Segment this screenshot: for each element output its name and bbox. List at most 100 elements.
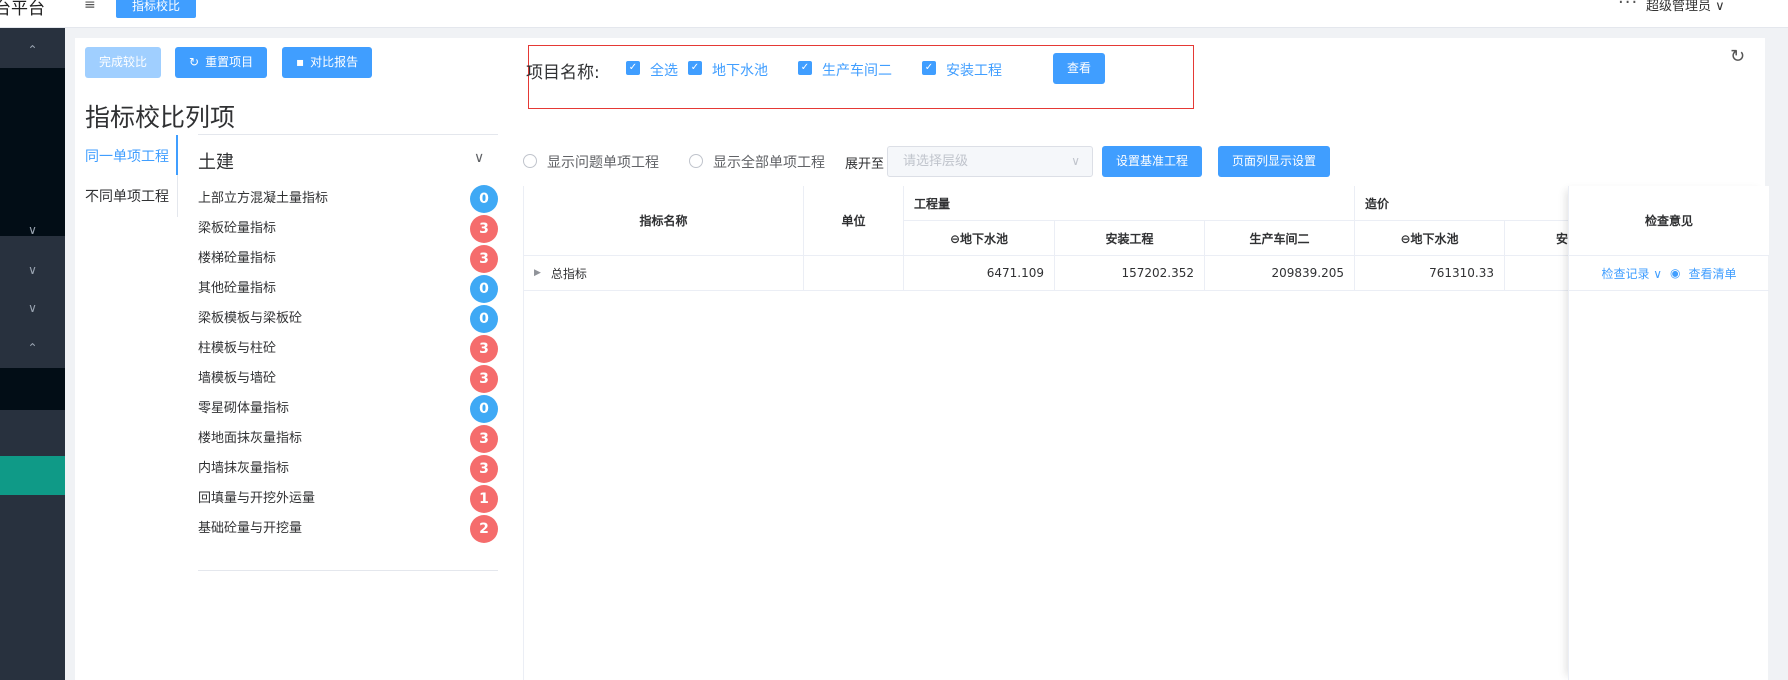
table-cell-quantity: 6471.109 bbox=[904, 256, 1055, 291]
list-item[interactable]: 回填量与开挖外运量 bbox=[198, 484, 498, 514]
project-name-label: 项目名称: bbox=[526, 63, 600, 83]
reset-project-label: 重置项目 bbox=[205, 55, 254, 69]
user-menu[interactable]: 超级管理员 ∨ bbox=[1646, 0, 1725, 14]
expand-caret-icon[interactable]: ▶ bbox=[534, 268, 541, 278]
table-row-actions: 检查记录 ∨ ◉ 查看清单 bbox=[1569, 256, 1769, 291]
count-badge: 2 bbox=[470, 515, 498, 543]
list-item[interactable]: 梁板砼量指标 bbox=[198, 214, 498, 244]
table-cell-quantity: 209839.205 bbox=[1205, 256, 1355, 291]
page-title: 指标校比列项 bbox=[85, 103, 236, 132]
chevron-down-icon: ∨ bbox=[1071, 154, 1080, 168]
table-cell-cost: 761310.33 bbox=[1355, 256, 1505, 291]
list-item[interactable]: 楼地面抹灰量指标 bbox=[198, 424, 498, 454]
divider bbox=[198, 570, 498, 571]
sidebar-active-item[interactable] bbox=[0, 456, 65, 495]
view-button-label: 查看 bbox=[1067, 61, 1092, 75]
report-icon: ▪ bbox=[296, 55, 305, 69]
sidebar-expand-icon[interactable]: ∨ bbox=[0, 208, 65, 252]
list-item-label: 柱模板与柱砼 bbox=[198, 341, 277, 356]
compare-report-button[interactable]: ▪ 对比报告 bbox=[282, 47, 373, 78]
checkbox-select-all[interactable]: ✓ bbox=[626, 61, 640, 75]
checkbox-workshop-two[interactable]: ✓ bbox=[798, 61, 812, 75]
column-settings-button[interactable]: 页面列显示设置 bbox=[1218, 146, 1331, 177]
list-item[interactable]: 零星砌体量指标 bbox=[198, 394, 498, 424]
view-button[interactable]: 查看 bbox=[1053, 53, 1106, 84]
list-item[interactable]: 墙模板与墙砼 bbox=[198, 364, 498, 394]
brand-title: 台平台 bbox=[0, 0, 45, 19]
radio-show-problem[interactable] bbox=[523, 154, 537, 168]
count-badge: 1 bbox=[470, 485, 498, 513]
list-item-label: 墙模板与墙砼 bbox=[198, 371, 277, 386]
checkbox-label-underground-pool[interactable]: 地下水池 bbox=[712, 60, 768, 80]
menu-icon[interactable]: ≡ bbox=[84, 0, 96, 13]
group-title-civil[interactable]: 土建 bbox=[198, 148, 234, 174]
count-badge: 3 bbox=[470, 365, 498, 393]
list-item[interactable]: 梁板模板与梁板砼 bbox=[198, 304, 498, 334]
expand-to-label: 展开至 bbox=[845, 157, 885, 172]
check-opinion-column: 检查意见 检查记录 ∨ ◉ 查看清单 bbox=[1568, 186, 1769, 680]
eye-icon[interactable]: ◉ bbox=[1670, 266, 1680, 280]
tab-same-project[interactable]: 同一单项工程 bbox=[85, 146, 169, 166]
count-badge: 3 bbox=[470, 335, 498, 363]
finish-compare-label: 完成较比 bbox=[99, 55, 148, 69]
list-item[interactable]: 上部立方混凝土量指标 bbox=[198, 184, 498, 214]
list-item[interactable]: 内墙抹灰量指标 bbox=[198, 454, 498, 484]
table-cell-unit bbox=[804, 256, 904, 291]
count-badge: 0 bbox=[470, 275, 498, 303]
header-check-opinion: 检查意见 bbox=[1569, 186, 1769, 256]
list-item-label: 楼地面抹灰量指标 bbox=[198, 431, 303, 446]
list-item[interactable]: 楼梯砼量指标 bbox=[198, 244, 498, 274]
sidebar-collapse-icon[interactable]: ⌃ bbox=[0, 326, 65, 370]
list-item[interactable]: 其他砼量指标 bbox=[198, 274, 498, 304]
list-item[interactable]: 基础砼量与开挖量 bbox=[198, 514, 498, 544]
sidebar-dark-item[interactable] bbox=[0, 368, 65, 410]
compare-report-label: 对比报告 bbox=[310, 55, 359, 69]
header-quantity-col[interactable]: ⊖地下水池 bbox=[904, 221, 1055, 256]
tab-indicator-compare[interactable]: 指标校比 bbox=[116, 0, 197, 18]
reset-project-button[interactable]: ↻ 重置项目 bbox=[175, 47, 268, 78]
radio-label-show-all[interactable]: 显示全部单项工程 bbox=[713, 152, 825, 172]
checkbox-label-select-all[interactable]: 全选 bbox=[650, 60, 678, 80]
more-dots-icon[interactable]: ··· bbox=[1618, 0, 1638, 13]
header-indicator-name: 指标名称 bbox=[524, 186, 804, 256]
header-unit: 单位 bbox=[804, 186, 904, 256]
header-quantity-col: 安装工程 bbox=[1055, 221, 1205, 256]
sidebar-collapse-icon[interactable]: ⌃ bbox=[0, 28, 65, 72]
radio-show-all[interactable] bbox=[689, 154, 703, 168]
count-badge: 3 bbox=[470, 425, 498, 453]
list-item-label: 其他砼量指标 bbox=[198, 281, 277, 296]
level-select[interactable]: 请选择层级 ∨ bbox=[887, 146, 1093, 177]
count-badge: 0 bbox=[470, 305, 498, 333]
check-record-link[interactable]: 检查记录 ∨ bbox=[1601, 265, 1662, 282]
tab-different-project[interactable]: 不同单项工程 bbox=[85, 186, 169, 206]
radio-label-show-problem[interactable]: 显示问题单项工程 bbox=[547, 152, 659, 172]
level-select-placeholder: 请选择层级 bbox=[903, 154, 969, 169]
checkbox-installation[interactable]: ✓ bbox=[922, 61, 936, 75]
divider bbox=[198, 134, 498, 135]
checkbox-label-workshop-two[interactable]: 生产车间二 bbox=[822, 60, 892, 80]
sidebar: ⌃ ∨ ∨ ∨ ⌃ bbox=[0, 28, 65, 680]
row-name-text: 总指标 bbox=[550, 266, 587, 281]
refresh-icon[interactable]: ↻ bbox=[1730, 46, 1745, 67]
active-tab-indicator bbox=[176, 135, 178, 175]
table-cell-cost bbox=[1505, 256, 1569, 291]
finish-compare-button[interactable]: 完成较比 bbox=[85, 47, 162, 78]
list-item[interactable]: 柱模板与柱砼 bbox=[198, 334, 498, 364]
checkbox-underground-pool[interactable]: ✓ bbox=[688, 61, 702, 75]
checkbox-label-installation[interactable]: 安装工程 bbox=[946, 60, 1002, 80]
sidebar-expand-icon[interactable]: ∨ bbox=[0, 286, 65, 330]
refresh-icon: ↻ bbox=[189, 55, 200, 69]
view-list-link[interactable]: 查看清单 bbox=[1689, 265, 1737, 282]
chevron-down-icon[interactable]: ∨ bbox=[474, 150, 484, 166]
header-cost-col[interactable]: ⊖地下水池 bbox=[1355, 221, 1505, 256]
list-item-label: 基础砼量与开挖量 bbox=[198, 521, 303, 536]
list-item-label: 内墙抹灰量指标 bbox=[198, 461, 290, 476]
column-settings-label: 页面列显示设置 bbox=[1232, 154, 1317, 168]
list-item-label: 梁板砼量指标 bbox=[198, 221, 277, 236]
count-badge: 3 bbox=[470, 215, 498, 243]
header-quantity-col: 生产车间二 bbox=[1205, 221, 1355, 256]
table-row-name[interactable]: ▶ 总指标 bbox=[524, 256, 804, 291]
list-item-label: 楼梯砼量指标 bbox=[198, 251, 277, 266]
set-base-project-button[interactable]: 设置基准工程 bbox=[1102, 146, 1203, 177]
header-cost: 造价 bbox=[1355, 186, 1569, 221]
